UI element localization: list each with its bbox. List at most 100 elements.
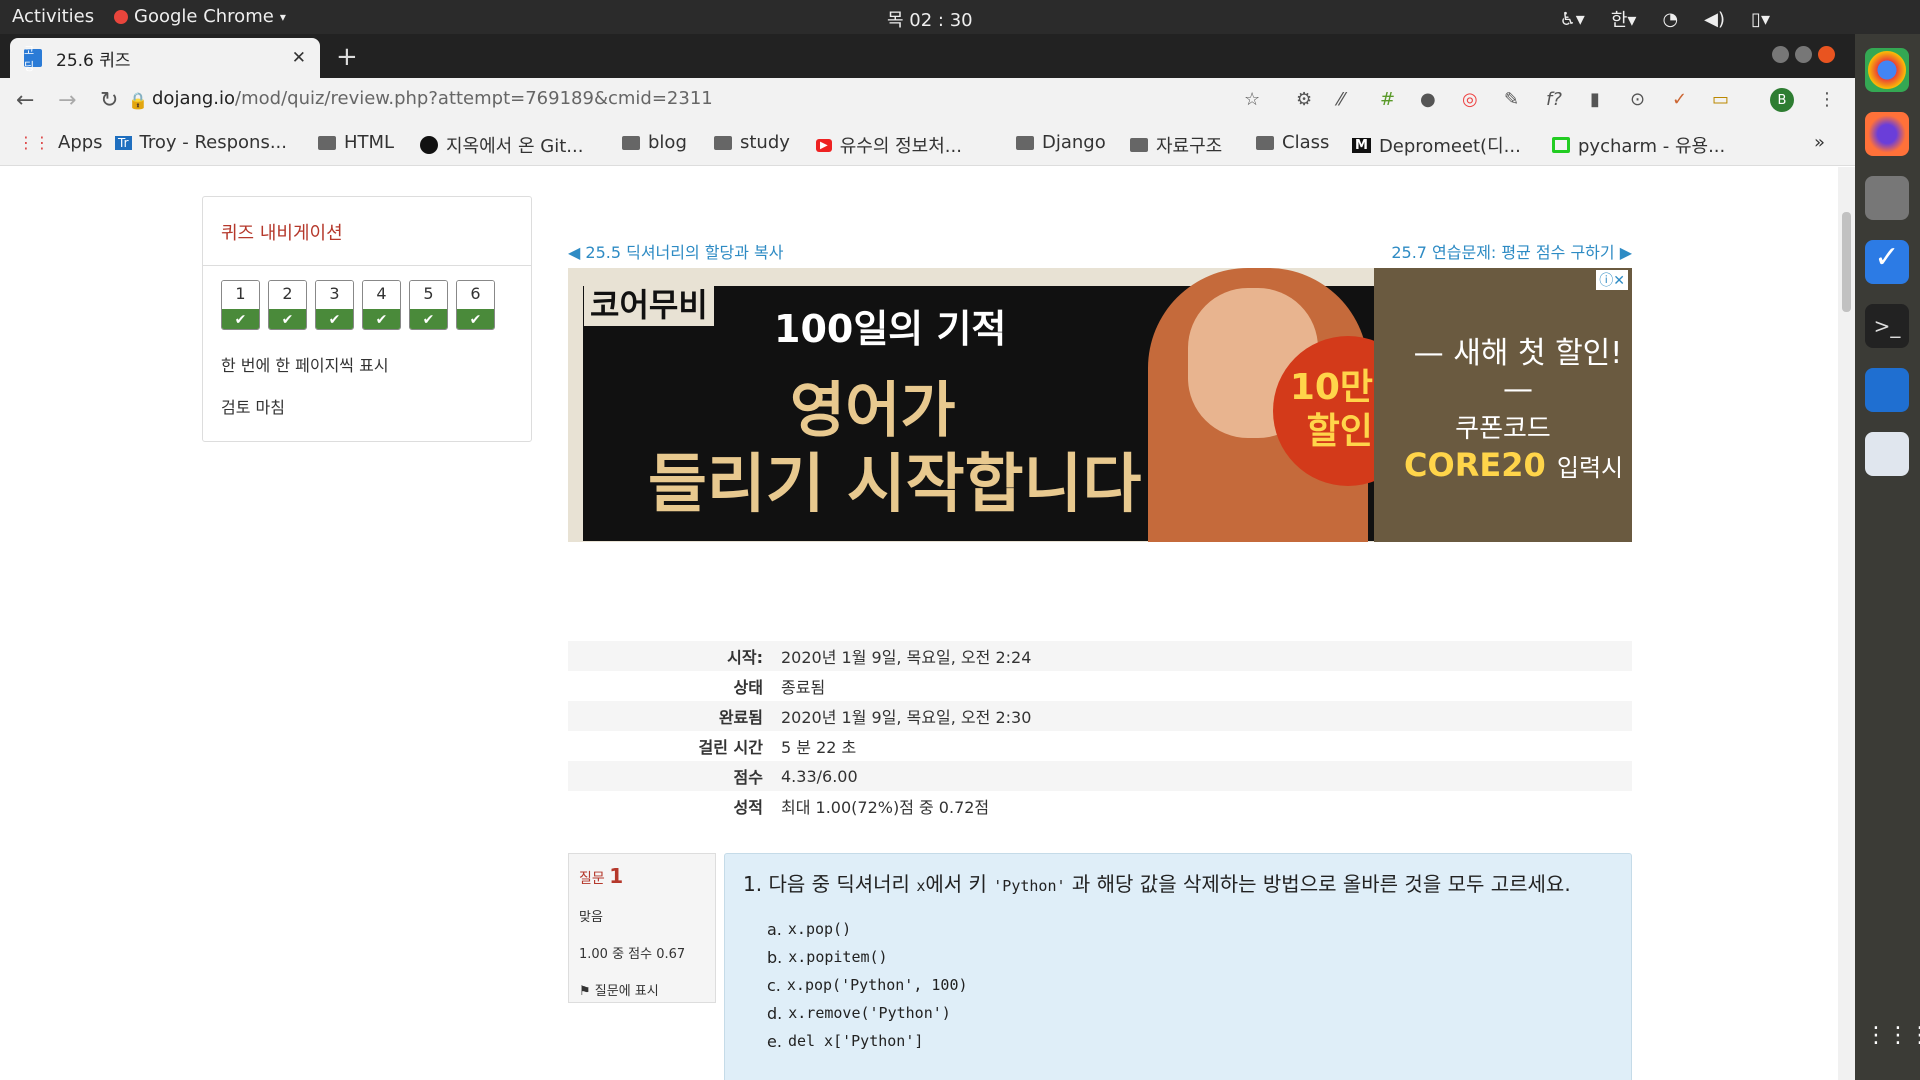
star-icon[interactable]: ☆ [1244, 89, 1260, 110]
flag-question-button[interactable]: ⚑ 질문에 표시 [579, 980, 705, 999]
bookmark-git[interactable]: 지옥에서 온 Git... [420, 132, 583, 158]
medium-icon: M [1352, 137, 1371, 153]
bookmark-django[interactable]: Django [1016, 132, 1106, 153]
bookmark-study[interactable]: study [714, 132, 790, 153]
close-icon[interactable]: ✕ [292, 48, 306, 68]
bookmark-blog[interactable]: blog [622, 132, 687, 153]
summary-row: 시작: 2020년 1월 9일, 목요일, 오전 2:24 [568, 641, 1632, 671]
new-tab-button[interactable]: + [336, 42, 358, 72]
web-page: 퀴즈 내비게이션 1 ✔ 2 ✔ 3 ✔ 4 ✔ 5 ✔ 6 ✔ 한 번에 한 페이지씩 표… [0, 167, 1838, 1080]
extension-circle-icon[interactable]: ● [1420, 89, 1436, 110]
image-viewer-launcher-icon[interactable] [1865, 432, 1909, 476]
show-apps-icon[interactable]: ⋮⋮⋮ [1865, 1014, 1920, 1058]
question-score: 1.00 중 점수 0.67 [579, 947, 686, 962]
bookmark-youtube[interactable]: ▶ 유수의 정보처... [816, 132, 962, 158]
bookmark-apps[interactable]: ⋮⋮ Apps [18, 132, 103, 153]
trello-icon: Tr [115, 135, 132, 150]
extension-ladder-icon[interactable]: # [1380, 89, 1395, 110]
folder-icon [622, 135, 640, 150]
question-buttons: 1 ✔ 2 ✔ 3 ✔ 4 ✔ 5 ✔ 6 ✔ [203, 266, 531, 330]
summary-row: 점수 4.33/6.00 [568, 761, 1632, 791]
extension-formula-icon[interactable]: f? [1546, 89, 1562, 110]
quiz-navigation-panel: 퀴즈 내비게이션 1 ✔ 2 ✔ 3 ✔ 4 ✔ 5 ✔ 6 ✔ 한 번에 한 페이지씩 표… [202, 196, 532, 442]
extension-phone-icon[interactable]: ▮ [1590, 89, 1600, 110]
forward-icon[interactable]: → [58, 88, 76, 113]
quiz-navigation-title: 퀴즈 내비게이션 [203, 197, 531, 266]
question-prompt: 1. 다음 중 딕셔너리 x에서 키 'Python' 과 해당 값을 삭제하는… [743, 872, 1571, 896]
bookmarks-overflow-icon[interactable]: » [1814, 132, 1825, 153]
terminal-launcher-icon[interactable]: >_ [1865, 304, 1909, 348]
scrollbar-thumb[interactable] [1842, 212, 1851, 312]
network-icon[interactable]: ◔ [1662, 9, 1678, 30]
bookmarks-bar: ⋮⋮ Apps Tr Troy - Respons... HTML 지옥에서 온 G… [0, 124, 1855, 166]
question-button-2[interactable]: 2 ✔ [268, 280, 307, 330]
profile-avatar[interactable]: B [1770, 88, 1794, 112]
answer-option[interactable]: b. x.popitem() [767, 943, 1613, 971]
question-button-5[interactable]: 5 ✔ [409, 280, 448, 330]
next-lesson-link[interactable]: 25.7 연습문제: 평균 점수 구하기 ▶ [1391, 239, 1632, 263]
finish-review-link[interactable]: 검토 마침 [203, 394, 531, 418]
menu-icon[interactable]: ⋮ [1818, 89, 1836, 110]
bookmark-troy[interactable]: Tr Troy - Respons... [115, 132, 287, 153]
browser-tab[interactable]: 코딩 25.6 퀴즈 ✕ [10, 38, 320, 78]
extension-pipette-icon[interactable]: ✎ [1504, 89, 1519, 110]
answer-option[interactable]: c. x.pop('Python', 100) [767, 971, 1613, 999]
tab-strip: 코딩 25.6 퀴즈 ✕ + [0, 34, 1855, 78]
address-bar[interactable]: dojang.io/mod/quiz/review.php?attempt=76… [152, 88, 713, 109]
tasks-launcher-icon[interactable]: ✓ [1865, 240, 1909, 284]
ad-close-icon[interactable]: ⓘ✕ [1596, 270, 1628, 290]
advertisement-banner[interactable]: 코어무비 100일의 기적 영어가 들리기 시작합니다 10만원 할인! — 새… [568, 268, 1632, 542]
question-button-1[interactable]: 1 ✔ [221, 280, 260, 330]
window-controls [1772, 46, 1835, 63]
extension-color-icon[interactable]: ✓ [1672, 89, 1687, 110]
ad-promo: — 새해 첫 할인! — [1413, 336, 1623, 407]
extension-spiral-icon[interactable]: ◎ [1462, 89, 1478, 110]
clock[interactable]: 목 02 : 30 [887, 6, 973, 32]
summary-row: 성적 최대 1.00(72%)점 중 0.72점 [733, 798, 990, 817]
battery-icon[interactable]: ▯▾ [1751, 9, 1770, 30]
extension-card-icon[interactable]: ▭ [1712, 89, 1729, 110]
bookmark-datastructure[interactable]: 자료구조 [1130, 132, 1222, 158]
bookmark-depromeet[interactable]: M Depromeet(디... [1352, 132, 1521, 158]
close-window-button[interactable] [1818, 46, 1835, 63]
activities-button[interactable]: Activities [12, 6, 94, 27]
question-button-6[interactable]: 6 ✔ [456, 280, 495, 330]
vscode-launcher-icon[interactable] [1865, 368, 1909, 412]
answer-option[interactable]: e. del x['Python'] [767, 1027, 1613, 1055]
bookmark-class[interactable]: Class [1256, 132, 1329, 153]
flag-icon: ⚑ [579, 984, 591, 999]
ad-brand: 코어무비 [584, 280, 714, 326]
prev-lesson-link[interactable]: ◀ 25.5 딕셔너리의 할당과 복사 [568, 239, 783, 263]
files-launcher-icon[interactable] [1865, 176, 1909, 220]
system-top-bar: Activities Google Chrome ▾ 목 02 : 30 ♿▾ 한… [0, 0, 1920, 34]
folder-icon [1016, 135, 1034, 150]
input-method[interactable]: 한▾ [1611, 6, 1637, 32]
question-button-3[interactable]: 3 ✔ [315, 280, 354, 330]
extension-code-icon[interactable]: ⁄⁄ [1338, 89, 1344, 110]
minimize-button[interactable] [1772, 46, 1789, 63]
firefox-launcher-icon[interactable] [1865, 112, 1909, 156]
accessibility-icon[interactable]: ♿▾ [1560, 9, 1585, 30]
system-tray[interactable]: ♿▾ 한▾ ◔ ◀) ▯▾ [1560, 6, 1770, 32]
extension-brackets-icon[interactable]: ⊙ [1630, 89, 1645, 110]
bookmark-pycharm[interactable]: pycharm - 유용... [1552, 132, 1725, 158]
chrome-launcher-icon[interactable] [1865, 48, 1909, 92]
app-menu[interactable]: Google Chrome ▾ [114, 6, 286, 27]
reload-icon[interactable]: ↻ [100, 88, 118, 113]
extension-gear-icon[interactable]: ⚙ [1296, 89, 1312, 110]
lock-icon[interactable]: 🔒 [128, 91, 148, 110]
answer-option[interactable]: d. x.remove('Python') [767, 999, 1613, 1027]
volume-icon[interactable]: ◀) [1704, 9, 1725, 30]
bookmark-html[interactable]: HTML [318, 132, 394, 153]
answer-option[interactable]: a. x.pop() [767, 915, 1613, 943]
answer-options: a. x.pop() b. x.popitem() c. x.pop('Python'… [743, 915, 1613, 1055]
check-icon: ✔ [363, 309, 400, 329]
tab-title: 25.6 퀴즈 [56, 50, 131, 71]
back-icon[interactable]: ← [16, 88, 34, 113]
chevron-down-icon: ▾ [279, 9, 286, 24]
page-scrollbar[interactable] [1838, 167, 1855, 1080]
show-one-page-link[interactable]: 한 번에 한 페이지씩 표시 [203, 352, 531, 376]
ad-coupon-label: 쿠폰코드 [1455, 414, 1551, 444]
maximize-button[interactable] [1795, 46, 1812, 63]
question-button-4[interactable]: 4 ✔ [362, 280, 401, 330]
